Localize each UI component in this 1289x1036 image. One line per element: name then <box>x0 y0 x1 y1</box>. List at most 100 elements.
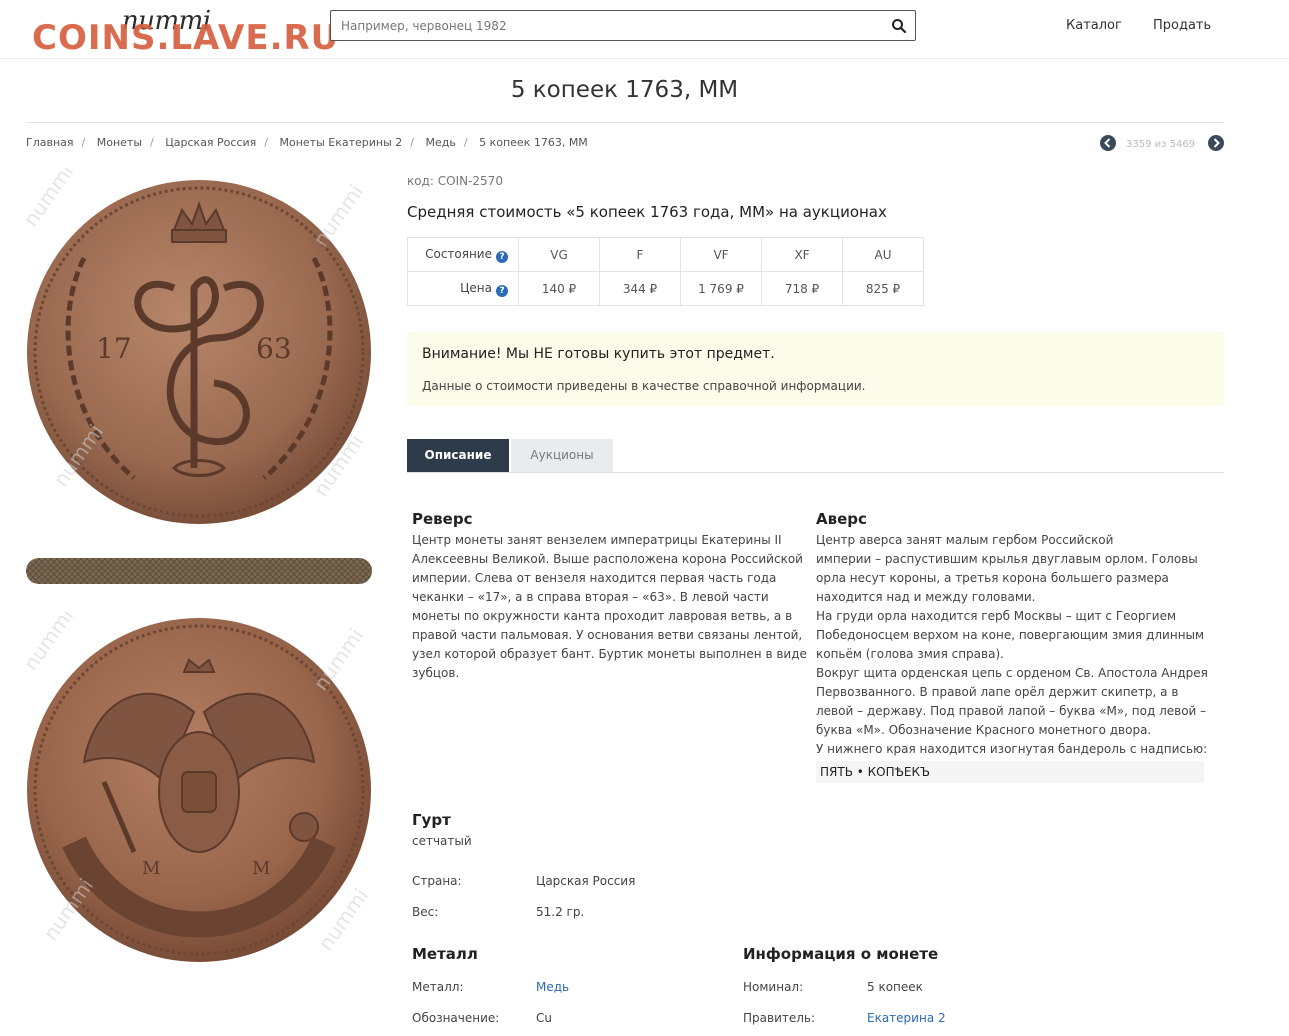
image-watermark: nummi <box>308 180 368 251</box>
obverse-title: Аверс <box>816 510 867 528</box>
watermark-text: COINS.LAVE.RU <box>32 18 340 58</box>
grade-cell: AU <box>842 237 924 272</box>
svg-text:17: 17 <box>96 332 132 365</box>
text-line: правой части пальмовая. У основания ветв… <box>412 628 803 642</box>
price-table: Состояние? VG F VF XF AU Цена? 140 ₽ 344… <box>407 237 924 306</box>
weight-label: Вес: <box>412 905 439 919</box>
notice-box: Внимание! Мы НЕ готовы купить этот предм… <box>407 332 1224 406</box>
text-line: чеканки – «17», а в справа вторая – «63»… <box>412 590 769 604</box>
text-line: буква «М». Обозначение Красного монетног… <box>816 723 1152 737</box>
svg-text:М: М <box>252 858 270 879</box>
tab-auctions[interactable]: Аукционы <box>511 439 613 472</box>
breadcrumb: Главная / Монеты / Царская Россия / Монеты … <box>26 136 588 149</box>
text-line: Центр монеты занят вензелем императрицы … <box>412 533 782 547</box>
text-line: монеты по окружности канта проходит лавр… <box>412 609 793 623</box>
notice-text: Данные о стоимости приведены в качестве … <box>422 379 866 393</box>
ruler-link[interactable]: Екатерина 2 <box>867 1011 946 1025</box>
obverse-text: Центр аверса занят малым гербом Российск… <box>816 531 1208 759</box>
breadcrumb-item-coins[interactable]: Монеты <box>97 136 142 149</box>
breadcrumb-separator: / <box>463 136 468 149</box>
next-icon[interactable] <box>1208 135 1224 151</box>
designation-label: Обозначение: <box>412 1011 500 1025</box>
price-label: Цена <box>460 280 492 295</box>
grade-cell: F <box>599 237 681 272</box>
nominal-label: Номинал: <box>743 980 804 994</box>
pager: 3359 из 5469 <box>1100 134 1224 154</box>
price-header: Цена? <box>407 271 519 306</box>
search-box[interactable] <box>330 10 916 41</box>
text-line: империи. Слева от вензеля находится перв… <box>412 571 777 585</box>
text-line: На груди орла находится герб Москвы – щи… <box>816 609 1177 623</box>
grade-cell: XF <box>761 237 843 272</box>
price-cell: 718 ₽ <box>761 271 843 306</box>
coin-edge-image[interactable] <box>24 556 374 586</box>
divider <box>26 122 1224 123</box>
breadcrumb-separator: / <box>264 136 268 149</box>
pager-count: 3359 из 5469 <box>1126 139 1196 150</box>
text-line: копьём (голова змия справа). <box>816 647 1004 661</box>
grade-cell: VF <box>680 237 762 272</box>
tab-description[interactable]: Описание <box>407 439 509 472</box>
metal-label: Металл: <box>412 980 464 994</box>
text-line: Вокруг щита орденская цепь с орденом Св.… <box>816 666 1208 680</box>
edge-value: сетчатый <box>412 834 472 848</box>
condition-label: Состояние <box>425 246 492 261</box>
coin-obverse-image[interactable]: М М nummi nummi nummi nummi <box>24 612 374 968</box>
text-line: узел которой образует бант. Буртик монет… <box>412 647 807 661</box>
help-icon[interactable]: ? <box>496 284 508 297</box>
table-row: Цена? 140 ₽ 344 ₽ 1 769 ₽ 718 ₽ 825 ₽ <box>407 271 924 306</box>
coin-reverse-image[interactable]: 17 63 nummi nummi nummi nummi <box>24 168 374 528</box>
breadcrumb-item-copper[interactable]: Медь <box>426 136 456 149</box>
tab-bar: Описание Аукционы <box>407 439 1224 473</box>
grade-cell: VG <box>518 237 600 272</box>
edge-title: Гурт <box>412 811 451 829</box>
country-value: Царская Россия <box>536 874 636 888</box>
page-title: 5 копеек 1763, ММ <box>510 77 739 103</box>
search-input[interactable] <box>331 11 891 40</box>
country-label: Страна: <box>412 874 462 888</box>
metal-link[interactable]: Медь <box>536 980 569 994</box>
coin-code: код: COIN-2570 <box>407 174 503 188</box>
text-line: находится над и между головами. <box>816 590 1036 604</box>
price-cell: 1 769 ₽ <box>680 271 762 306</box>
price-cell: 825 ₽ <box>842 271 924 306</box>
text-line: левой – державу. Под правой лапой – букв… <box>816 704 1207 718</box>
ruler-label: Правитель: <box>743 1011 816 1025</box>
text-line: Алексеевны Великой. Выше расположена кор… <box>412 552 803 566</box>
metal-title: Металл <box>412 945 478 963</box>
text-line: зубцов. <box>412 666 460 680</box>
text-line: орла несут короны, а третья корона больш… <box>816 571 1169 585</box>
prev-icon[interactable] <box>1100 135 1116 151</box>
price-cell: 140 ₽ <box>518 271 600 306</box>
text-line: Победоносцем верхом на коне, повергающим… <box>816 628 1205 642</box>
table-row: Состояние? VG F VF XF AU <box>407 237 924 272</box>
breadcrumb-separator: / <box>150 136 154 149</box>
site-header: nummi COINS.LAVE.RU Каталог Продать <box>0 0 1289 59</box>
image-watermark: nummi <box>24 612 78 675</box>
nav-sell-link[interactable]: Продать <box>1153 18 1211 33</box>
coin-info-title: Информация о монете <box>743 945 939 963</box>
text-line: Центр аверса занят малым гербом Российск… <box>816 533 1114 547</box>
text-line: империи – распустившим крылья двуглавым … <box>816 552 1198 566</box>
image-watermark: nummi <box>308 624 368 695</box>
weight-value: 51.2 гр. <box>536 905 585 919</box>
nav-catalog-link[interactable]: Каталог <box>1066 18 1122 33</box>
breadcrumb-item-catherine-coins[interactable]: Монеты Екатерины 2 <box>280 136 403 149</box>
price-title: Средняя стоимость «5 копеек 1763 года, М… <box>407 203 887 221</box>
svg-text:М: М <box>142 858 160 879</box>
designation-value: Cu <box>536 1011 552 1025</box>
reverse-title: Реверс <box>412 510 473 528</box>
svg-text:63: 63 <box>256 332 292 365</box>
breadcrumb-separator: / <box>81 136 86 149</box>
breadcrumb-item-tsarist-russia[interactable]: Царская Россия <box>165 136 256 149</box>
help-icon[interactable]: ? <box>496 250 508 263</box>
condition-header: Состояние? <box>407 237 519 272</box>
reverse-text: Центр монеты занят вензелем императрицы … <box>412 531 807 683</box>
text-line: У нижнего края находится изогнутая банде… <box>816 742 1208 756</box>
notice-title: Внимание! Мы НЕ готовы купить этот предм… <box>422 346 775 362</box>
image-watermark: nummi <box>24 168 78 231</box>
breadcrumb-item-home[interactable]: Главная <box>26 136 74 149</box>
breadcrumb-separator: / <box>410 136 415 149</box>
breadcrumb-item-current: 5 копеек 1763, ММ <box>479 136 588 149</box>
search-icon[interactable] <box>891 18 907 34</box>
